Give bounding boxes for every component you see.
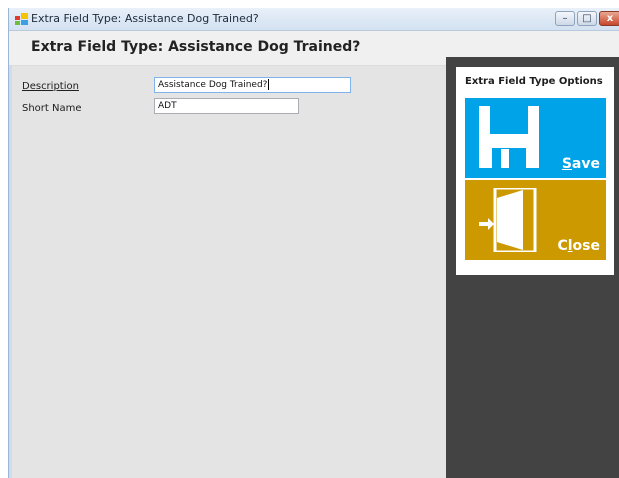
- grid-app-icon: [15, 13, 28, 25]
- options-sidebar: Extra Field Type Options Save Close: [446, 57, 619, 478]
- open-door-icon: [479, 188, 537, 252]
- description-value: Assistance Dog Trained?: [158, 80, 268, 90]
- close-window-button[interactable]: x: [599, 11, 619, 26]
- short-name-value: ADT: [158, 101, 177, 111]
- text-caret: [268, 79, 270, 90]
- maximize-button[interactable]: □: [577, 11, 597, 26]
- maximize-icon: □: [582, 12, 592, 24]
- close-label: Close: [557, 238, 600, 254]
- short-name-field[interactable]: ADT: [154, 98, 299, 114]
- close-button[interactable]: Close: [465, 180, 606, 260]
- options-panel-title: Extra Field Type Options: [465, 76, 603, 87]
- short-name-label: Short Name: [22, 103, 82, 114]
- options-panel: Extra Field Type Options Save Close: [456, 67, 614, 275]
- description-field[interactable]: Assistance Dog Trained?: [154, 77, 351, 93]
- close-icon: x: [606, 12, 614, 24]
- floppy-disk-icon: [479, 106, 539, 168]
- window-title: Extra Field Type: Assistance Dog Trained…: [31, 12, 259, 25]
- minimize-icon: –: [562, 12, 568, 24]
- title-bar[interactable]: Extra Field Type: Assistance Dog Trained…: [9, 8, 619, 31]
- form-area: Description Assistance Dog Trained? Shor…: [9, 66, 446, 478]
- save-label: Save: [561, 156, 600, 172]
- app-window: Extra Field Type: Assistance Dog Trained…: [8, 8, 619, 478]
- description-label: Description: [22, 81, 79, 92]
- page-title: Extra Field Type: Assistance Dog Trained…: [31, 39, 361, 55]
- minimize-button[interactable]: –: [555, 11, 575, 26]
- save-button[interactable]: Save: [465, 98, 606, 178]
